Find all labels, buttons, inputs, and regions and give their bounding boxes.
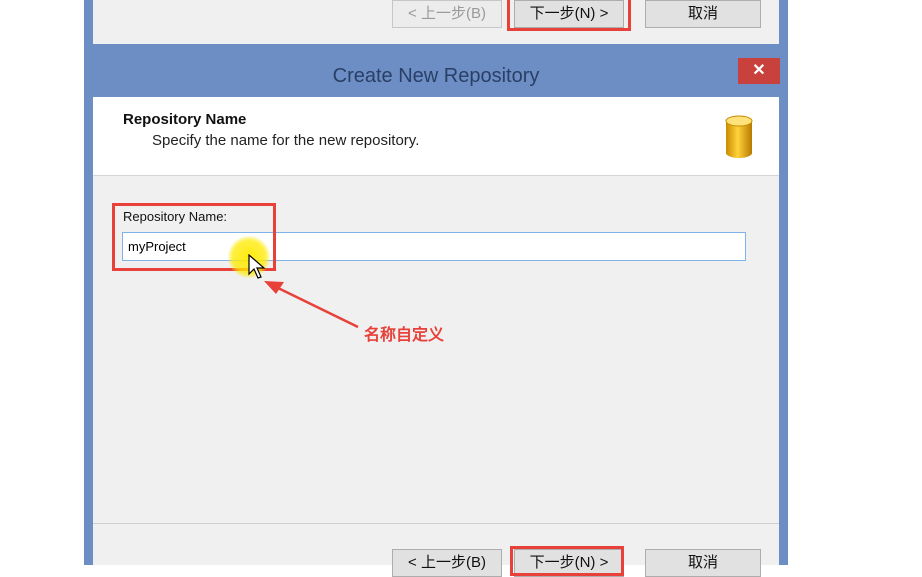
highlight-previous-next	[507, 0, 631, 31]
database-icon	[725, 115, 753, 158]
header-subtitle: Specify the name for the new repository.	[152, 132, 420, 149]
cancel-button[interactable]: 取消	[645, 549, 761, 577]
header-title: Repository Name	[123, 111, 247, 128]
annotation-text: 名称自定义	[364, 327, 445, 344]
highlight-next	[510, 546, 624, 576]
previous-cancel-button[interactable]: 取消	[645, 0, 761, 28]
close-button[interactable]: ✕	[738, 58, 780, 84]
dialog-title: Create New Repository	[332, 65, 540, 87]
previous-back-button[interactable]: < 上一步(B)	[392, 0, 502, 28]
back-button[interactable]: < 上一步(B)	[392, 549, 502, 577]
footer-separator	[93, 523, 779, 524]
mouse-pointer-icon	[248, 254, 266, 279]
